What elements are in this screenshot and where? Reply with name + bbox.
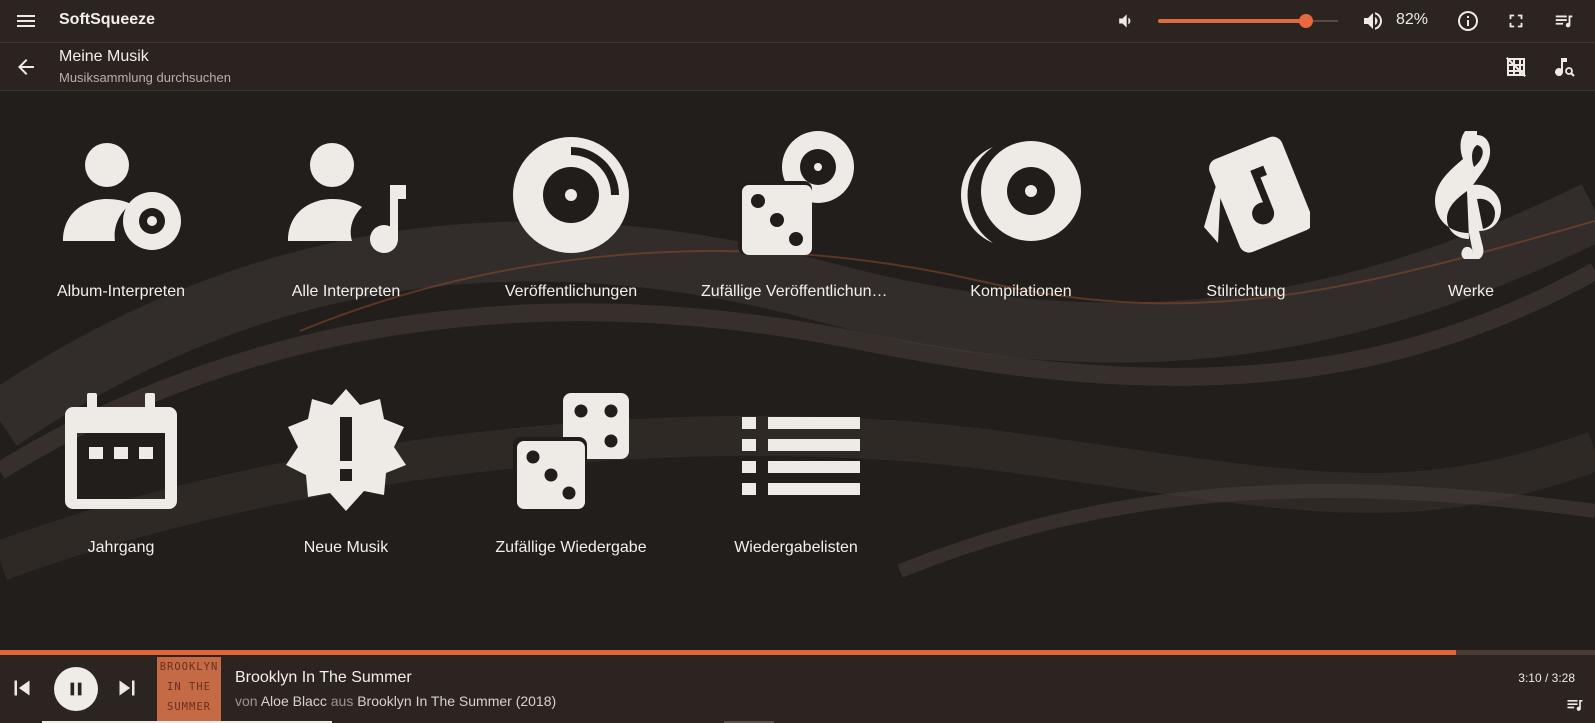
track-title: Brooklyn In The Summer [235, 669, 412, 686]
track-artist[interactable]: Aloe Blacc [261, 693, 327, 709]
browse-item-playlists[interactable]: Wiedergabelisten [696, 347, 896, 577]
cover-text-line: IN THE [167, 681, 211, 693]
calendar-icon [65, 393, 177, 509]
artist-music-icon [288, 143, 406, 254]
browse-item-label: Wiedergabelisten [734, 539, 858, 556]
page-toolbar: Meine Musik Musiksammlung durchsuchen [0, 43, 1595, 91]
page-title: Meine Musik [59, 48, 149, 65]
volume-slider-thumb[interactable] [1298, 14, 1313, 28]
browse-item-label: Werke [1448, 283, 1494, 300]
volume-down-icon[interactable] [1112, 8, 1138, 34]
grid-view-off-icon[interactable] [1501, 52, 1531, 82]
browse-item-label: Neue Musik [303, 539, 389, 556]
list-icon [742, 417, 860, 495]
browse-item-label: Stilrichtung [1206, 283, 1286, 300]
browse-item-label: Veröffentlichungen [504, 283, 638, 300]
browse-item-label: Zufällige Veröffentlichungen [701, 283, 891, 300]
queue-icon[interactable] [1550, 7, 1578, 35]
from-prefix: aus [330, 693, 354, 709]
next-track-icon[interactable] [111, 672, 143, 704]
dice-icon [513, 393, 629, 511]
volume-slider-fill [1158, 19, 1306, 23]
player-info-icon[interactable] [1454, 7, 1482, 35]
album-artist-icon [63, 143, 181, 250]
browse-item-new-music[interactable]: Neue Musik [246, 347, 446, 577]
browse-item-random-play[interactable]: Zufällige Wiedergabe [471, 347, 671, 577]
track-album[interactable]: Brooklyn In The Summer (2018) [357, 693, 556, 709]
page-subtitle: Musiksammlung durchsuchen [59, 70, 231, 85]
track-time: 3:10 / 3:28 [1518, 671, 1575, 685]
volume-percent: 82% [1396, 11, 1429, 28]
genre-icon [1204, 136, 1310, 253]
browse-item-album-artists[interactable]: Album-Interpreten [21, 91, 221, 321]
browse-item-all-artists[interactable]: Alle Interpreten [246, 91, 446, 321]
album-disc-icon [513, 137, 629, 253]
compilations-icon [961, 141, 1081, 243]
random-album-icon [738, 131, 854, 255]
browse-item-label: Zufällige Wiedergabe [495, 539, 647, 556]
fullscreen-icon[interactable] [1502, 7, 1530, 35]
back-arrow-icon[interactable] [12, 53, 40, 81]
pause-icon [70, 682, 82, 696]
app-title: SoftSqueeze [59, 11, 156, 28]
volume-up-icon[interactable] [1359, 7, 1387, 35]
by-prefix: von [235, 693, 258, 709]
browse-item-label: Jahrgang [87, 539, 155, 556]
browse-item-works[interactable]: Werke [1371, 91, 1571, 321]
cover-text-line: SUMMER [167, 701, 211, 713]
pause-button[interactable] [54, 667, 98, 711]
now-playing-bar: BROOKLYN IN THE SUMMER Brooklyn In The S… [0, 655, 1595, 723]
browse-item-genre[interactable]: Stilrichtung [1146, 91, 1346, 321]
treble-clef-icon [1435, 131, 1501, 259]
browse-item-compilations[interactable]: Kompilationen [921, 91, 1121, 321]
menu-icon[interactable] [12, 7, 40, 35]
new-badge-icon [286, 389, 406, 511]
top-app-bar: SoftSqueeze 82% [0, 0, 1595, 43]
volume-slider[interactable] [1158, 14, 1338, 28]
track-meta: von Aloe Blacc aus Brooklyn In The Summe… [235, 693, 556, 709]
browse-item-random-releases[interactable]: Zufällige Veröffentlichungen [696, 91, 896, 321]
music-search-icon[interactable] [1549, 52, 1579, 82]
cover-text-line: BROOKLYN [159, 661, 219, 673]
browse-item-releases[interactable]: Veröffentlichungen [471, 91, 671, 321]
album-cover[interactable]: BROOKLYN IN THE SUMMER [157, 657, 221, 721]
browse-item-label: Kompilationen [970, 283, 1072, 300]
browse-grid: Album-Interpreten Alle Interpreten Veröf… [0, 91, 1595, 649]
previous-track-icon[interactable] [6, 672, 38, 704]
browse-item-label: Album-Interpreten [56, 283, 186, 300]
browse-item-label: Alle Interpreten [291, 283, 401, 300]
browse-item-year[interactable]: Jahrgang [21, 347, 221, 577]
play-queue-icon[interactable] [1563, 693, 1587, 717]
